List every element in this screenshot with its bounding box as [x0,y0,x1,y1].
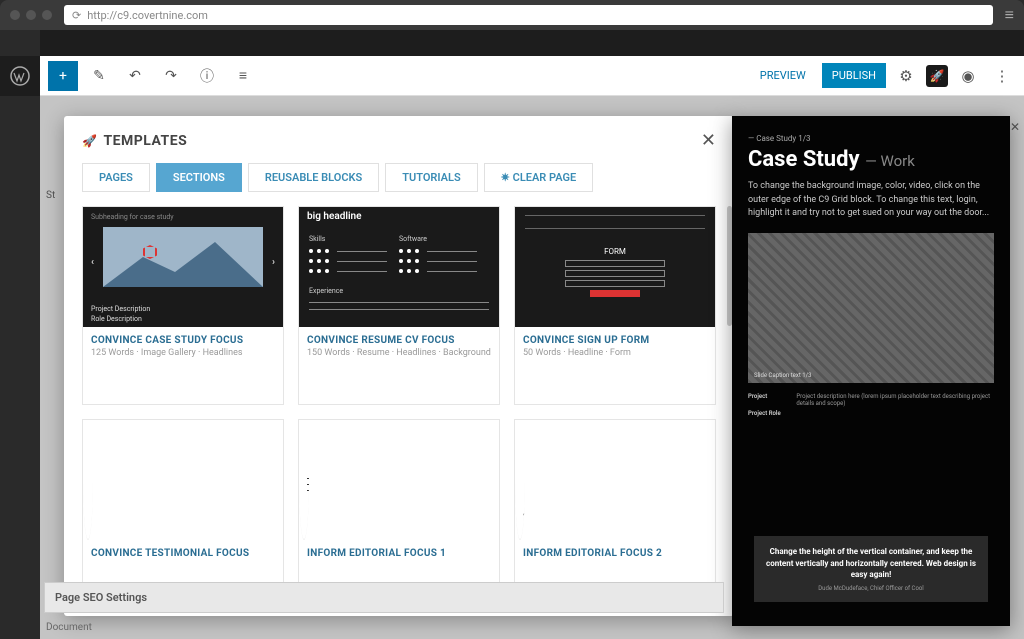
modal-tabs: PAGES SECTIONS REUSABLE BLOCKS TUTORIALS… [82,163,716,192]
preview-image: Slide Caption text 1/3 [748,233,994,383]
wp-logo-sidebar[interactable] [0,56,40,96]
edit-icon[interactable]: ✎ [84,61,114,91]
jetpack-icon[interactable]: ◉ [954,62,982,90]
template-card[interactable]: Subheading for case study ‹ › Project De… [82,206,284,405]
close-light[interactable] [10,10,20,20]
templates-modal: 🚀 TEMPLATES ✕ PAGES SECTIONS REUSABLE BL… [64,116,734,616]
template-card[interactable]: INFORM EDITORIAL FOCUS 1 [298,419,500,606]
preview-footer: Change the height of the vertical contai… [754,536,988,602]
c9-plugin-icon[interactable]: 🚀 [926,65,948,87]
preview-desc: To change the background image, color, v… [748,180,994,221]
minimize-light[interactable] [26,10,36,20]
document-label[interactable]: Document [46,622,92,633]
url-bar[interactable]: ⟳ http://c9.covertnine.com [64,5,993,25]
template-title: CONVINCE CASE STUDY FOCUS [91,335,275,346]
preview-button[interactable]: PREVIEW [750,63,816,88]
redo-icon[interactable]: ↷ [156,61,186,91]
rocket-icon: 🚀 [82,134,97,148]
modal-title: 🚀 TEMPLATES [82,133,187,149]
template-card[interactable]: what we do Pricing A TESTIMONIAL “ “ [82,419,284,606]
template-thumb: “ [515,420,525,540]
editor-content: St ✕ 🚀 TEMPLATES ✕ PAGES SECTIONS REUSAB… [40,96,1024,639]
traffic-lights [10,10,52,20]
settings-icon[interactable]: ⚙ [892,62,920,90]
template-desc: 50 Words · Headline · Form [523,348,707,358]
tab-pages[interactable]: PAGES [82,163,150,192]
template-card[interactable]: “ INFORM EDITORIAL FOCUS 2 [514,419,716,606]
chevron-left-icon: ‹ [91,257,94,268]
template-title: INFORM EDITORIAL FOCUS 2 [523,548,707,559]
url-text: http://c9.covertnine.com [87,9,208,22]
tab-tutorials[interactable]: TUTORIALS [385,163,477,192]
template-desc: 125 Words · Image Gallery · Headlines [91,348,275,358]
outline-icon[interactable]: ≡ [228,61,258,91]
preview-title: Case Study — Work [748,147,994,172]
editor-toolbar: + ✎ ↶ ↷ ⓘ ≡ PREVIEW PUBLISH ⚙ 🚀 ◉ ⋮ [40,56,1024,96]
template-title: CONVINCE TESTIMONIAL FOCUS [91,548,275,559]
publish-button[interactable]: PUBLISH [822,63,886,88]
tab-clear-page[interactable]: ✷ CLEAR PAGE [484,163,594,192]
template-title: INFORM EDITORIAL FOCUS 1 [307,548,491,559]
panel-close-icon[interactable]: ✕ [1010,120,1020,134]
info-icon[interactable]: ⓘ [192,61,222,91]
add-block-button[interactable]: + [48,61,78,91]
wordpress-icon [10,66,30,86]
template-thumb: what we do Pricing A TESTIMONIAL “ “ [83,420,93,540]
template-card[interactable]: big headline Skills Software [298,206,500,405]
refresh-icon[interactable]: ⟳ [72,9,81,22]
wp-admin-bar [40,30,1024,56]
zoom-light[interactable] [42,10,52,20]
template-title: CONVINCE RESUME CV FOCUS [307,335,491,346]
template-grid: Subheading for case study ‹ › Project De… [82,206,716,606]
undo-icon[interactable]: ↶ [120,61,150,91]
tab-reusable-blocks[interactable]: REUSABLE BLOCKS [248,163,379,192]
preview-panel: — Case Study 1/3 Case Study — Work To ch… [732,116,1010,626]
template-card[interactable]: FORM CONVINCE SIGN UP FORM 50 Words · He… [514,206,716,405]
tab-sections[interactable]: SECTIONS [156,163,242,192]
close-modal-button[interactable]: ✕ [701,130,716,151]
template-thumb: FORM [515,207,715,327]
template-thumb: big headline Skills Software [299,207,499,327]
page-seo-settings[interactable]: Page SEO Settings [44,582,724,613]
more-icon[interactable]: ⋮ [988,62,1016,90]
template-thumb: Subheading for case study ‹ › Project De… [83,207,283,327]
template-title: CONVINCE SIGN UP FORM [523,335,707,346]
chevron-right-icon: › [272,257,275,268]
hamburger-icon[interactable]: ≡ [1005,5,1014,25]
preview-meta: ProjectProject description here (lorem i… [748,393,994,417]
preview-crumb: — Case Study 1/3 [748,134,994,143]
template-desc: 150 Words · Resume · Headlines · Backgro… [307,348,491,358]
browser-chrome: ⟳ http://c9.covertnine.com ≡ [0,0,1024,30]
template-thumb [299,420,309,540]
